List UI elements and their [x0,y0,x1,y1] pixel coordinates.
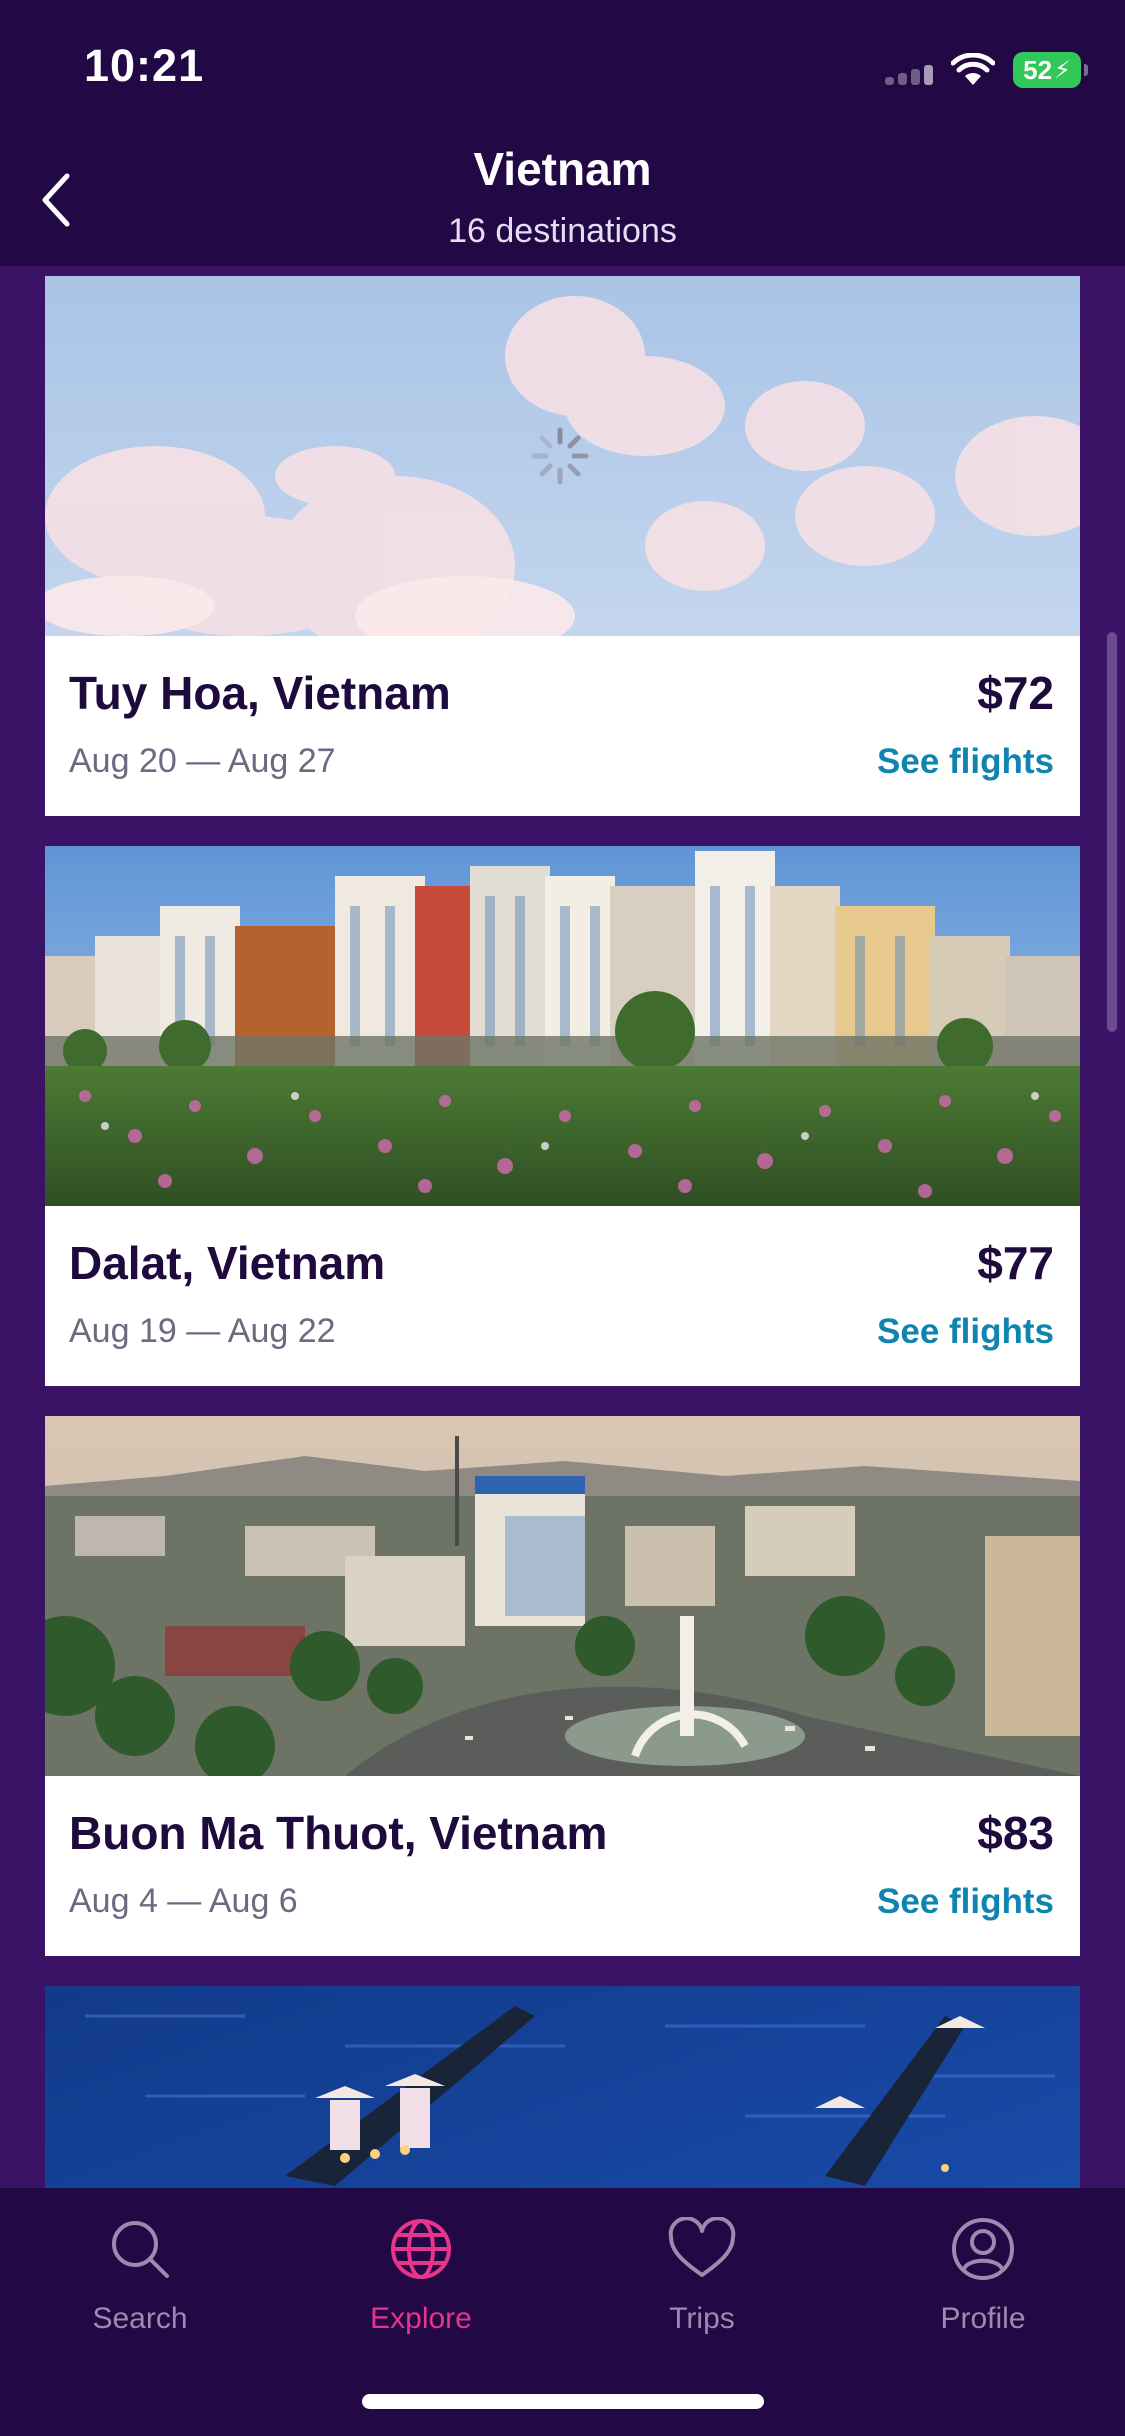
tab-label: Trips [669,2302,735,2335]
page-title: Vietnam [473,143,652,195]
tab-explore[interactable]: Explore [321,2214,521,2344]
tab-search[interactable]: Search [40,2214,240,2344]
top-bar: 10:21 52 ⚡ Vietnam 16 destinations [0,0,1125,266]
see-flights-link[interactable]: See flights [877,742,1054,782]
status-time: 10:21 [84,40,205,91]
destination-dates: Aug 19 — Aug 22 [69,1312,336,1350]
see-flights-link[interactable]: See flights [877,1312,1054,1352]
cellular-signal-icon [885,55,933,85]
destination-name: Tuy Hoa, Vietnam [69,667,451,719]
destination-image [45,1986,1080,2188]
destination-name: Dalat, Vietnam [69,1237,386,1289]
globe-icon [386,2214,456,2284]
see-flights-link[interactable]: See flights [877,1882,1054,1922]
tab-label: Search [92,2302,188,2335]
destination-dates: Aug 20 — Aug 27 [69,742,336,780]
heart-icon [667,2214,737,2284]
destination-price: $77 [977,1237,1054,1289]
home-indicator [362,2394,764,2409]
search-icon [105,2214,175,2284]
profile-icon [948,2214,1018,2284]
destination-card[interactable]: Buon Ma Thuot, Vietnam Aug 4 — Aug 6 $83… [45,1416,1080,1956]
destination-name: Buon Ma Thuot, Vietnam [69,1807,608,1859]
destination-list[interactable]: Tuy Hoa, Vietnam Aug 20 — Aug 27 $72 See… [0,266,1125,2188]
status-indicators: 52 ⚡ [885,48,1088,92]
destination-price: $83 [977,1807,1054,1859]
tab-profile[interactable]: Profile [883,2214,1083,2344]
destination-image [45,276,1080,636]
tab-label: Profile [940,2302,1026,2335]
battery-level: 52 [1023,54,1053,85]
page-subtitle: 16 destinations [448,212,677,250]
wifi-icon [951,53,995,87]
destination-dates: Aug 4 — Aug 6 [69,1882,298,1920]
scrollbar[interactable] [1107,632,1117,1032]
tab-trips[interactable]: Trips [602,2214,802,2344]
destination-image [45,846,1080,1206]
destination-price: $72 [977,667,1054,719]
destination-card[interactable] [45,1986,1080,2188]
destination-image [45,1416,1080,1776]
destination-card[interactable]: Dalat, Vietnam Aug 19 — Aug 22 $77 See f… [45,846,1080,1386]
destination-card[interactable]: Tuy Hoa, Vietnam Aug 20 — Aug 27 $72 See… [45,276,1080,816]
battery-icon: 52 ⚡ [1013,52,1088,88]
tab-label: Explore [370,2302,472,2335]
